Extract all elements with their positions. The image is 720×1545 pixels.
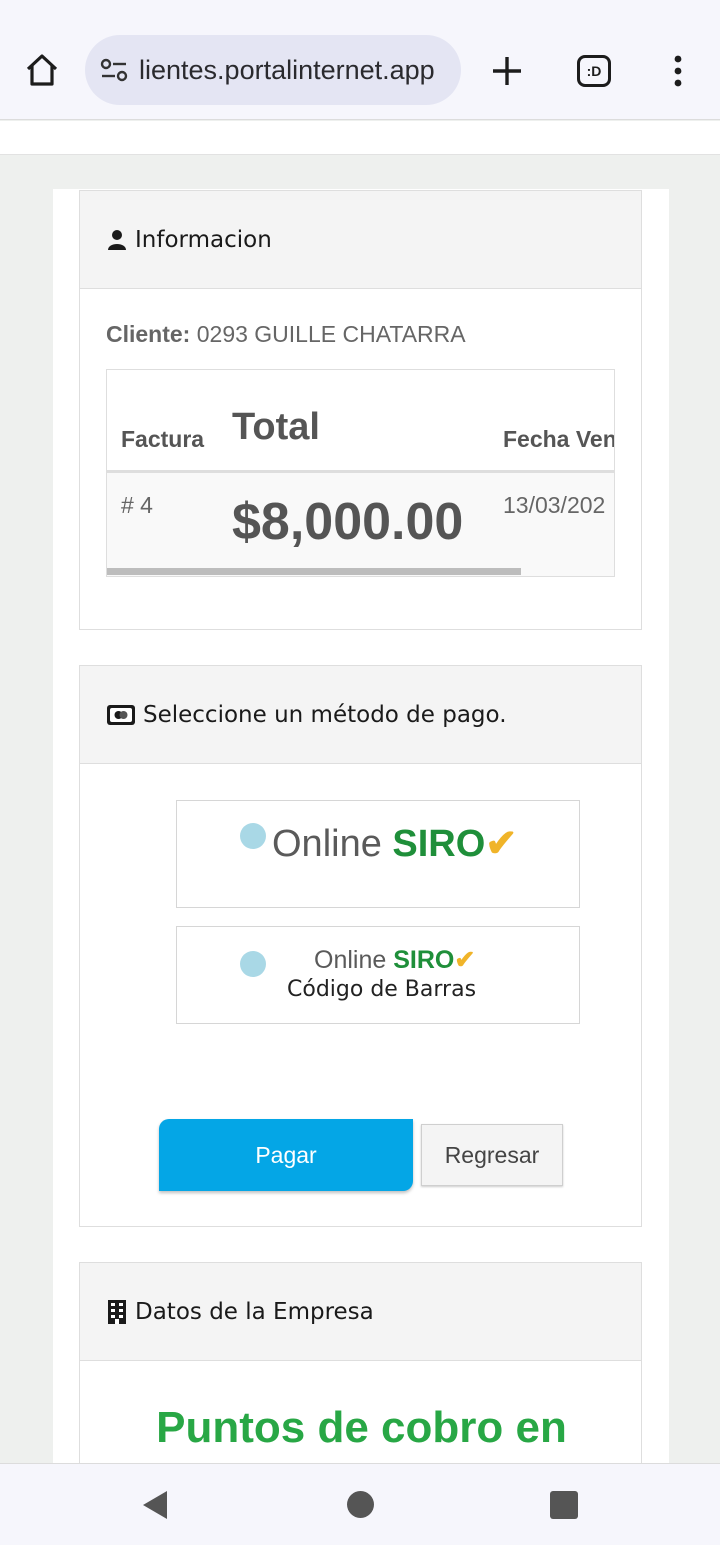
menu-dots-icon[interactable]: [664, 50, 692, 92]
logo-siro-text: SIRO: [393, 946, 455, 974]
online-siro-logo-small: Online SIRO✔: [314, 945, 475, 975]
building-icon: [105, 1299, 129, 1325]
logo-online-text: Online: [272, 823, 382, 865]
horizontal-scrollbar[interactable]: [107, 568, 521, 575]
system-nav-bar: [0, 1463, 720, 1545]
url-text: lientes.portalinternet.app: [139, 54, 435, 85]
empresa-panel: Datos de la Empresa Puntos de cobro en: [79, 1262, 642, 1463]
info-panel: Informacion Cliente: 0293 GUILLE CHATARR…: [79, 190, 642, 630]
cell-factura: # 4: [121, 492, 153, 518]
invoice-table[interactable]: Factura Total Fecha Ven # 4 $8,000.00 13…: [106, 369, 615, 577]
pagar-button[interactable]: Pagar: [159, 1119, 413, 1191]
logo-check-icon: ✔: [485, 823, 518, 865]
credit-card-icon: [105, 702, 137, 728]
cell-total: $8,000.00: [232, 493, 464, 551]
option-indicator: [240, 823, 266, 849]
plus-icon[interactable]: [486, 50, 528, 92]
recents-icon[interactable]: [550, 1491, 578, 1519]
payment-panel: Seleccione un método de pago. Online SIR…: [79, 665, 642, 1227]
header-fecha: Fecha Ven: [503, 426, 615, 452]
barcode-label: Código de Barras: [287, 977, 477, 1002]
tabs-icon[interactable]: :D: [577, 55, 611, 87]
puntos-de-cobro-heading: Puntos de cobro en: [156, 1403, 567, 1452]
regresar-button[interactable]: Regresar: [421, 1124, 563, 1186]
user-icon: [105, 227, 129, 253]
cell-fecha: 13/03/202: [503, 492, 606, 518]
online-siro-barcode-option[interactable]: Online SIRO✔ Código de Barras: [176, 926, 580, 1024]
header-total: Total: [232, 406, 320, 448]
back-icon[interactable]: [141, 1489, 169, 1521]
site-settings-icon[interactable]: [97, 53, 131, 87]
info-panel-title: Informacion: [135, 226, 272, 253]
cliente-value: 0293 GUILLE CHATARRA: [196, 321, 466, 347]
logo-siro-text: SIRO: [392, 823, 486, 865]
payment-panel-title: Seleccione un método de pago.: [143, 701, 507, 728]
cliente-label: Cliente:: [106, 321, 191, 347]
info-panel-header: Informacion: [80, 191, 641, 289]
empresa-panel-header: Datos de la Empresa: [80, 1263, 641, 1361]
home-icon[interactable]: [18, 46, 66, 94]
browser-toolbar: lientes.portalinternet.app :D: [0, 0, 720, 120]
home-circle-icon[interactable]: [347, 1491, 374, 1518]
option-indicator: [240, 951, 266, 977]
payment-panel-header: Seleccione un método de pago.: [80, 666, 641, 764]
online-siro-option[interactable]: Online SIRO✔: [176, 800, 580, 908]
cliente-line: Cliente: 0293 GUILLE CHATARRA: [106, 321, 466, 348]
tabs-count: :D: [586, 63, 602, 79]
address-bar[interactable]: lientes.portalinternet.app: [85, 35, 461, 105]
logo-online-text: Online: [314, 946, 387, 974]
online-siro-logo: Online SIRO✔: [272, 821, 517, 866]
logo-check-icon: ✔: [454, 946, 476, 974]
empresa-panel-title: Datos de la Empresa: [135, 1298, 374, 1325]
page-header-strip: [0, 121, 720, 155]
header-factura: Factura: [121, 426, 205, 452]
